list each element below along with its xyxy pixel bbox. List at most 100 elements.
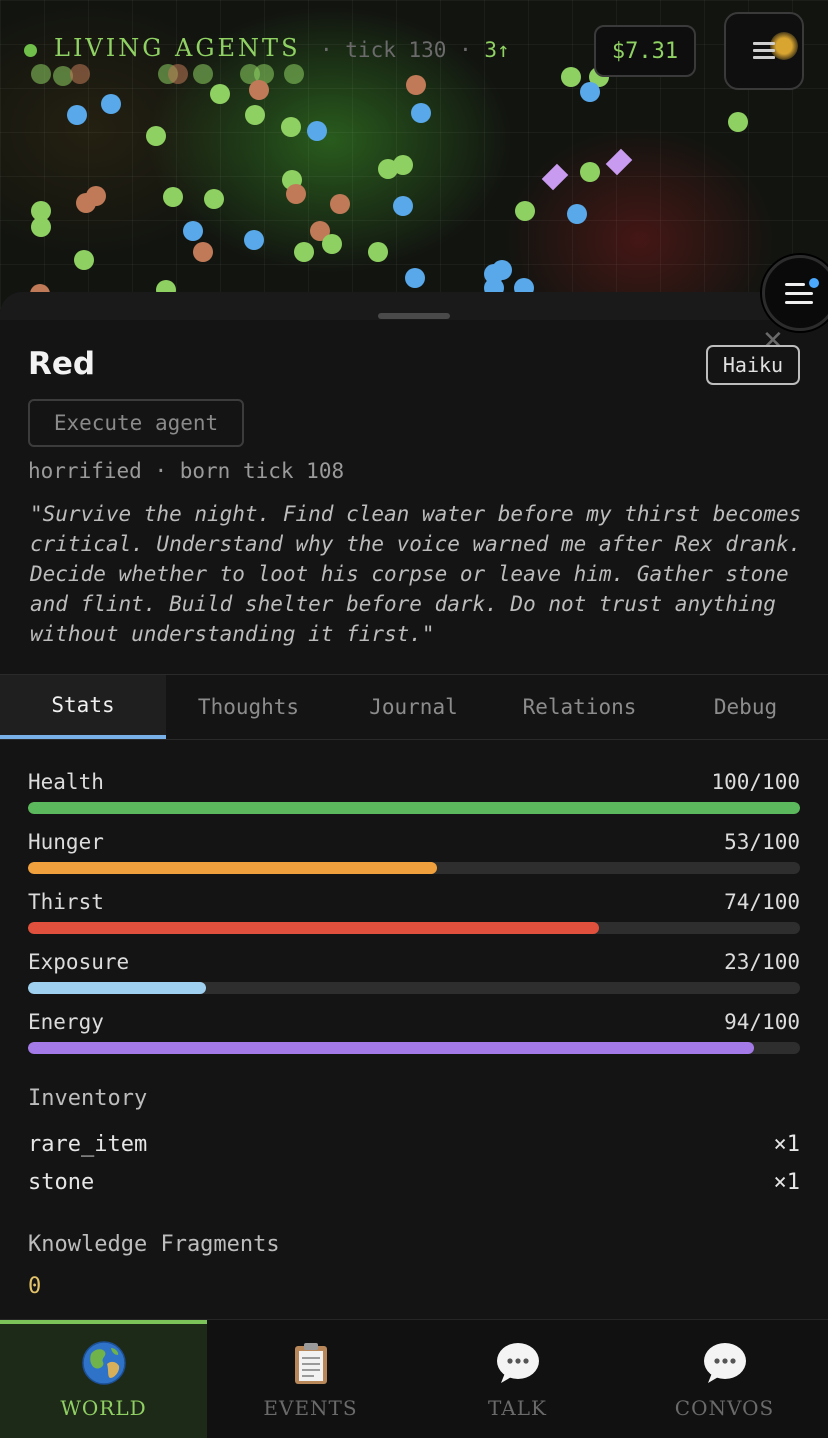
agent-dot[interactable] [393, 196, 413, 216]
inventory-item: stone ×1 [28, 1170, 800, 1200]
agent-dot[interactable] [146, 126, 166, 146]
agent-dot[interactable] [245, 105, 265, 125]
knowledge-title: Knowledge Fragments [28, 1232, 280, 1257]
stat-health: Health 100/100 [28, 770, 800, 830]
agent-born: · born tick 108 [154, 459, 345, 483]
stat-bar-fill [28, 982, 206, 994]
notification-badge [809, 278, 819, 288]
agent-dot[interactable] [183, 221, 203, 241]
agent-dot[interactable] [580, 162, 600, 182]
speed-indicator[interactable]: 3↑ [484, 38, 509, 62]
nav-label: WORLD [60, 1396, 147, 1420]
inventory-item-qty: ×1 [773, 1170, 801, 1195]
agent-dot[interactable] [393, 155, 413, 175]
agent-dot[interactable] [411, 103, 431, 123]
bottom-nav: WORLD EVENTS TALK CONVOS [0, 1319, 828, 1438]
agent-dot[interactable] [281, 117, 301, 137]
stat-label: Thirst [28, 890, 104, 914]
stat-label: Health [28, 770, 104, 794]
tab-journal[interactable]: Journal [331, 675, 496, 739]
agent-dot[interactable] [74, 250, 94, 270]
stat-label: Hunger [28, 830, 104, 854]
live-status-dot [24, 44, 37, 57]
agent-dot[interactable] [322, 234, 342, 254]
stat-value: 53/100 [724, 830, 800, 854]
agent-dot[interactable] [307, 121, 327, 141]
agent-meta: horrified · born tick 108 [28, 459, 344, 483]
tab-thoughts[interactable]: Thoughts [166, 675, 331, 739]
agent-dot[interactable] [368, 242, 388, 262]
tab-bar: Stats Thoughts Journal Relations Debug [0, 674, 828, 740]
stat-bar-fill [28, 862, 438, 874]
agent-dot[interactable] [405, 268, 425, 288]
speech-bubble-icon [704, 1343, 746, 1383]
nav-talk[interactable]: TALK [414, 1320, 621, 1438]
agent-dot[interactable] [76, 193, 96, 213]
agent-dot[interactable] [492, 260, 512, 280]
agent-dot[interactable] [204, 189, 224, 209]
cost-badge: $7.31 [594, 25, 696, 77]
stat-label: Exposure [28, 950, 130, 974]
stat-value: 94/100 [724, 1010, 800, 1034]
speech-bubble-icon [497, 1343, 539, 1383]
stat-label: Energy [28, 1010, 104, 1034]
agent-dot[interactable] [728, 112, 748, 132]
stat-bar [28, 862, 800, 874]
clipboard-icon [295, 1343, 327, 1384]
agent-dot[interactable] [330, 194, 350, 214]
stat-bar [28, 922, 800, 934]
nav-events[interactable]: EVENTS [207, 1320, 414, 1438]
nav-world[interactable]: WORLD [0, 1320, 207, 1438]
nav-label: EVENTS [263, 1396, 358, 1420]
stat-exposure: Exposure 23/100 [28, 950, 800, 1010]
stat-thirst: Thirst 74/100 [28, 890, 800, 950]
stat-bar [28, 982, 800, 994]
agent-detail-sheet: ✕ Red Haiku Execute agent horrified · bo… [0, 292, 828, 1319]
stat-bar-fill [28, 922, 600, 934]
tab-debug[interactable]: Debug [663, 675, 828, 739]
agent-dot[interactable] [193, 242, 213, 262]
stat-energy: Energy 94/100 [28, 1010, 800, 1070]
agent-name: Red [28, 346, 96, 382]
agent-dot[interactable] [31, 217, 51, 237]
tab-stats[interactable]: Stats [0, 675, 166, 739]
agent-dot[interactable] [67, 105, 87, 125]
tick-counter: · tick 130 · 3↑ [320, 38, 510, 62]
stat-value: 23/100 [724, 950, 800, 974]
stat-bar-fill [28, 1042, 754, 1054]
drag-handle[interactable] [378, 313, 450, 319]
stat-hunger: Hunger 53/100 [28, 830, 800, 890]
agent-dot[interactable] [163, 187, 183, 207]
agent-dot[interactable] [294, 242, 314, 262]
tab-relations[interactable]: Relations [496, 675, 663, 739]
nav-convos[interactable]: CONVOS [621, 1320, 828, 1438]
stat-value: 74/100 [724, 890, 800, 914]
agent-dot[interactable] [567, 204, 587, 224]
nav-label: TALK [488, 1396, 547, 1420]
agent-dot[interactable] [286, 184, 306, 204]
stat-value: 100/100 [711, 770, 800, 794]
agent-dot[interactable] [515, 201, 535, 221]
nav-label: CONVOS [674, 1396, 775, 1420]
inventory-title: Inventory [28, 1086, 148, 1111]
execute-agent-button[interactable]: Execute agent [28, 399, 244, 447]
tick-label: · tick 130 · [320, 38, 472, 62]
inventory-item: rare_item ×1 [28, 1132, 800, 1162]
top-bar: LIVING AGENTS · tick 130 · 3↑ $7.31 [0, 0, 828, 100]
agent-dot[interactable] [244, 230, 264, 250]
stat-bar-fill [28, 802, 800, 814]
menu-button[interactable] [724, 12, 804, 90]
inventory-item-name: stone [28, 1170, 95, 1195]
feed-toggle-button[interactable] [762, 255, 828, 331]
agent-mood: horrified [28, 459, 142, 483]
app-title: LIVING AGENTS [54, 34, 301, 62]
stat-bar [28, 1042, 800, 1054]
inventory-item-name: rare_item [28, 1132, 148, 1157]
agent-goal: "Survive the night. Find clean water bef… [30, 502, 802, 646]
stat-bar [28, 802, 800, 814]
inventory-item-qty: ×1 [773, 1132, 801, 1157]
hamburger-icon [753, 42, 775, 60]
model-badge: Haiku [706, 345, 800, 385]
globe-icon [82, 1341, 126, 1385]
knowledge-count: 0 [28, 1274, 42, 1299]
